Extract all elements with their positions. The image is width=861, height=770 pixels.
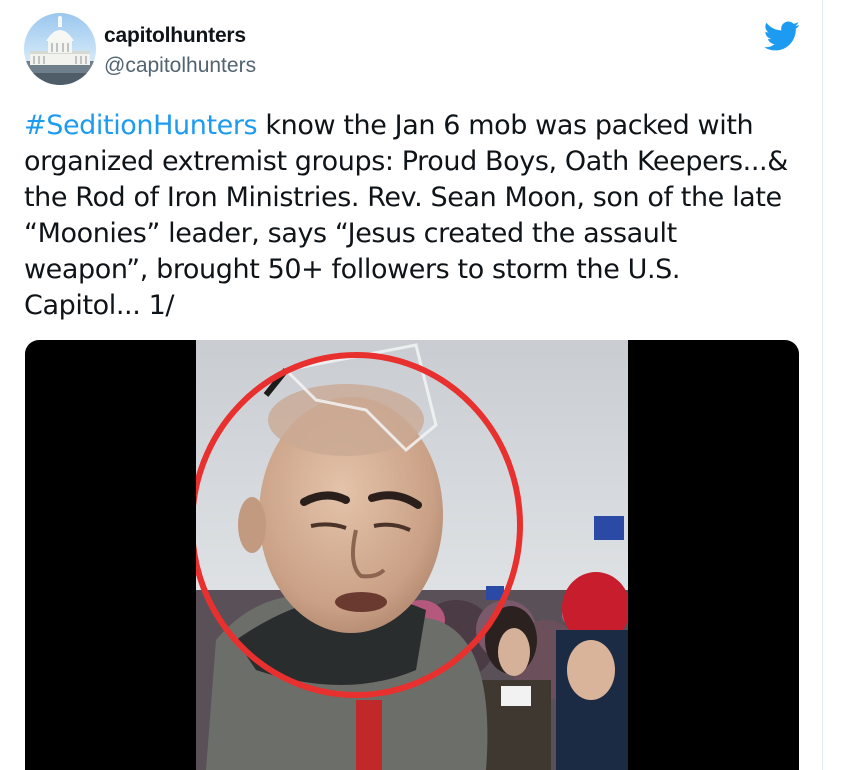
- tweet-media[interactable]: [25, 340, 799, 770]
- twitter-bird-icon[interactable]: [764, 18, 800, 54]
- media-photo[interactable]: [196, 340, 628, 770]
- capitol-building-icon: [24, 16, 96, 85]
- highlight-circle: [196, 352, 523, 698]
- author-names: capitolhunters @capitolhunters: [104, 21, 256, 81]
- tweet-header: capitolhunters @capitolhunters: [24, 13, 814, 93]
- tweet-line-3: the Rod of Iron Ministries. Rev. Sean Mo…: [24, 182, 782, 213]
- avatar[interactable]: [24, 13, 96, 85]
- tweet-line-2: organized extremist groups: Proud Boys, …: [24, 146, 788, 177]
- tweet-line-1: know the Jan 6 mob was packed with: [257, 110, 754, 141]
- user-handle[interactable]: @capitolhunters: [104, 51, 256, 81]
- tweet-text: #SeditionHunters know the Jan 6 mob was …: [24, 108, 809, 324]
- tweet-line-4: “Moonies” leader, says “Jesus created th…: [24, 218, 677, 249]
- tweet-line-6: Capitol... 1/: [24, 290, 175, 321]
- hashtag-link[interactable]: #SeditionHunters: [24, 110, 258, 141]
- tweet-line-5: weapon”, brought 50+ followers to storm …: [24, 254, 681, 285]
- page-scrollbar[interactable]: [823, 0, 861, 770]
- tweet-card: capitolhunters @capitolhunters #Sedition…: [0, 0, 823, 770]
- display-name[interactable]: capitolhunters: [104, 21, 256, 51]
